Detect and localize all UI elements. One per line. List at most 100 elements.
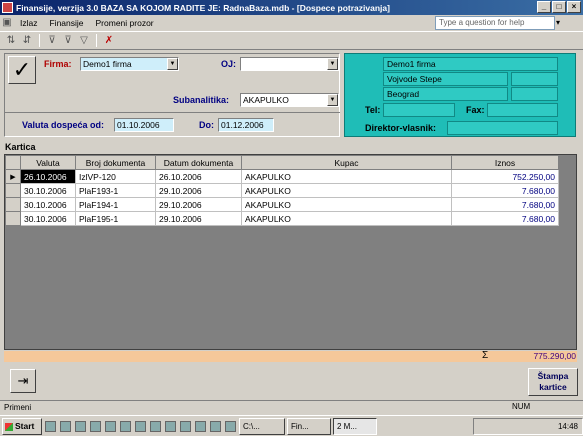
help-search-input[interactable]: Type a question for help	[435, 16, 555, 30]
help-dropdown-icon[interactable]: ▾	[556, 18, 560, 27]
cell-datum[interactable]: 29.10.2006	[155, 197, 242, 212]
column-header-kupac[interactable]: Kupac	[241, 155, 452, 170]
quicklaunch-app-icon[interactable]	[225, 420, 236, 432]
toolbar: ⇅ ⇵ ⊽ ⊽ ▽ ✗	[0, 32, 583, 50]
company-city-extra	[511, 87, 558, 101]
form-menu-icon[interactable]: ▣	[0, 16, 14, 30]
cell-kupac[interactable]: AKAPULKO	[241, 169, 452, 184]
column-header-valuta[interactable]: Valuta	[20, 155, 76, 170]
filter-by-form-icon[interactable]: ⊽	[61, 34, 75, 48]
cell-valuta[interactable]: 26.10.2006	[20, 169, 76, 184]
table-row[interactable]: 30.10.2006 PlaF195-1 29.10.2006 AKAPULKO…	[5, 211, 559, 226]
chevron-down-icon[interactable]: ▼	[327, 94, 338, 106]
chevron-down-icon[interactable]: ▼	[167, 58, 178, 70]
valuta-do-input[interactable]: 01.12.2006	[218, 118, 274, 132]
tel-value	[383, 103, 455, 117]
table-row[interactable]: 30.10.2006 PlaF194-1 29.10.2006 AKAPULKO…	[5, 197, 559, 212]
quicklaunch-app-icon[interactable]	[120, 420, 131, 432]
cell-valuta[interactable]: 30.10.2006	[20, 197, 76, 212]
sort-ascending-icon[interactable]: ⇅	[4, 34, 18, 48]
quicklaunch-app-icon[interactable]	[90, 420, 101, 432]
window-title: Finansije, verzija 3.0 BAZA SA KOJOM RAD…	[16, 2, 390, 13]
app-icon	[2, 2, 13, 13]
chevron-down-icon[interactable]: ▼	[327, 58, 338, 70]
cell-datum[interactable]: 29.10.2006	[155, 183, 242, 198]
table-row[interactable]: ▶ 26.10.2006 IzlVP-120 26.10.2006 AKAPUL…	[5, 169, 559, 184]
column-header-datum[interactable]: Datum dokumenta	[155, 155, 242, 170]
print-button-label-1: Štampa	[537, 371, 569, 381]
firma-value: Demo1 firma	[83, 59, 132, 69]
minimize-button[interactable]: _	[537, 1, 551, 13]
maximize-button[interactable]: □	[552, 1, 566, 13]
start-button[interactable]: Start	[2, 417, 42, 435]
quicklaunch-app-icon[interactable]	[135, 420, 146, 432]
quicklaunch-app-icon[interactable]	[75, 420, 86, 432]
cell-kupac[interactable]: AKAPULKO	[241, 197, 452, 212]
print-kartica-button[interactable]: Štampa kartice	[528, 368, 578, 396]
menu-promeni-prozor[interactable]: Promeni prozor	[90, 18, 160, 28]
firma-dropdown[interactable]: Demo1 firma ▼	[80, 57, 179, 71]
quicklaunch-ie-icon[interactable]	[45, 420, 56, 432]
quicklaunch-desktop-icon[interactable]	[60, 420, 71, 432]
company-address: Vojvode Stepe	[383, 72, 508, 86]
quicklaunch-app-icon[interactable]	[165, 420, 176, 432]
cell-valuta[interactable]: 30.10.2006	[20, 211, 76, 226]
row-selector[interactable]	[5, 183, 21, 198]
row-selector[interactable]	[5, 211, 21, 226]
cell-iznos[interactable]: 752.250,00	[451, 169, 559, 184]
total-amount: 775.290,00	[533, 351, 576, 361]
quicklaunch-app-icon[interactable]	[105, 420, 116, 432]
close-button[interactable]: ×	[567, 1, 581, 13]
current-row-indicator-icon[interactable]: ▶	[5, 169, 21, 184]
kartica-grid[interactable]: Valuta Broj dokumenta Datum dokumenta Ku…	[4, 154, 577, 350]
fax-value	[487, 103, 558, 117]
taskbar-task-explorer[interactable]: C:\...	[239, 417, 285, 435]
system-tray: 14:48	[473, 417, 583, 435]
column-header-broj[interactable]: Broj dokumenta	[75, 155, 156, 170]
filter-by-selection-icon[interactable]: ⊽	[45, 34, 59, 48]
apply-filter-icon[interactable]: ▽	[77, 34, 91, 48]
cell-kupac[interactable]: AKAPULKO	[241, 211, 452, 226]
column-header-iznos[interactable]: Iznos	[451, 155, 559, 170]
quicklaunch-app-icon[interactable]	[195, 420, 206, 432]
oj-dropdown[interactable]: ▼	[240, 57, 339, 71]
cell-broj[interactable]: PlaF195-1	[75, 211, 156, 226]
valuta-od-input[interactable]: 01.10.2006	[114, 118, 174, 132]
director-value	[447, 121, 558, 135]
taskbar-task-group[interactable]: 2 M...	[333, 417, 377, 435]
cell-broj[interactable]: IzlVP-120	[75, 169, 156, 184]
apply-checkmark-button[interactable]: ✓	[8, 56, 36, 84]
toolbar-separator	[96, 34, 97, 47]
company-city: Beograd	[383, 87, 508, 101]
kartica-table: Valuta Broj dokumenta Datum dokumenta Ku…	[5, 155, 559, 226]
oj-label: OJ:	[221, 59, 237, 69]
quicklaunch-app-icon[interactable]	[150, 420, 161, 432]
cell-broj[interactable]: PlaF194-1	[75, 197, 156, 212]
exit-button[interactable]: ⇥	[10, 369, 36, 393]
tel-label: Tel:	[365, 105, 381, 115]
subanalitika-dropdown[interactable]: AKAPULKO ▼	[240, 93, 339, 107]
remove-filter-icon[interactable]: ✗	[102, 34, 116, 48]
director-label: Direktor-vlasnik:	[365, 123, 437, 133]
menu-izlaz[interactable]: Izlaz	[14, 18, 43, 28]
table-row[interactable]: 30.10.2006 PlaF193-1 29.10.2006 AKAPULKO…	[5, 183, 559, 198]
company-name: Demo1 firma	[383, 57, 558, 71]
cell-valuta[interactable]: 30.10.2006	[20, 183, 76, 198]
cell-broj[interactable]: PlaF193-1	[75, 183, 156, 198]
cell-datum[interactable]: 29.10.2006	[155, 211, 242, 226]
quicklaunch-app-icon[interactable]	[210, 420, 221, 432]
quicklaunch-app-icon[interactable]	[180, 420, 191, 432]
cell-kupac[interactable]: AKAPULKO	[241, 183, 452, 198]
cell-datum[interactable]: 26.10.2006	[155, 169, 242, 184]
status-bar: Primeni	[0, 400, 583, 414]
cell-iznos[interactable]: 7.680,00	[451, 183, 559, 198]
sort-descending-icon[interactable]: ⇵	[20, 34, 34, 48]
company-address-extra	[511, 72, 558, 86]
table-header-row: Valuta Broj dokumenta Datum dokumenta Ku…	[5, 155, 559, 170]
taskbar-task-finansije[interactable]: Fin...	[287, 417, 331, 435]
cell-iznos[interactable]: 7.680,00	[451, 211, 559, 226]
cell-iznos[interactable]: 7.680,00	[451, 197, 559, 212]
row-selector[interactable]	[5, 197, 21, 212]
menu-finansije[interactable]: Finansije	[43, 18, 89, 28]
firma-label: Firma:	[44, 59, 72, 69]
